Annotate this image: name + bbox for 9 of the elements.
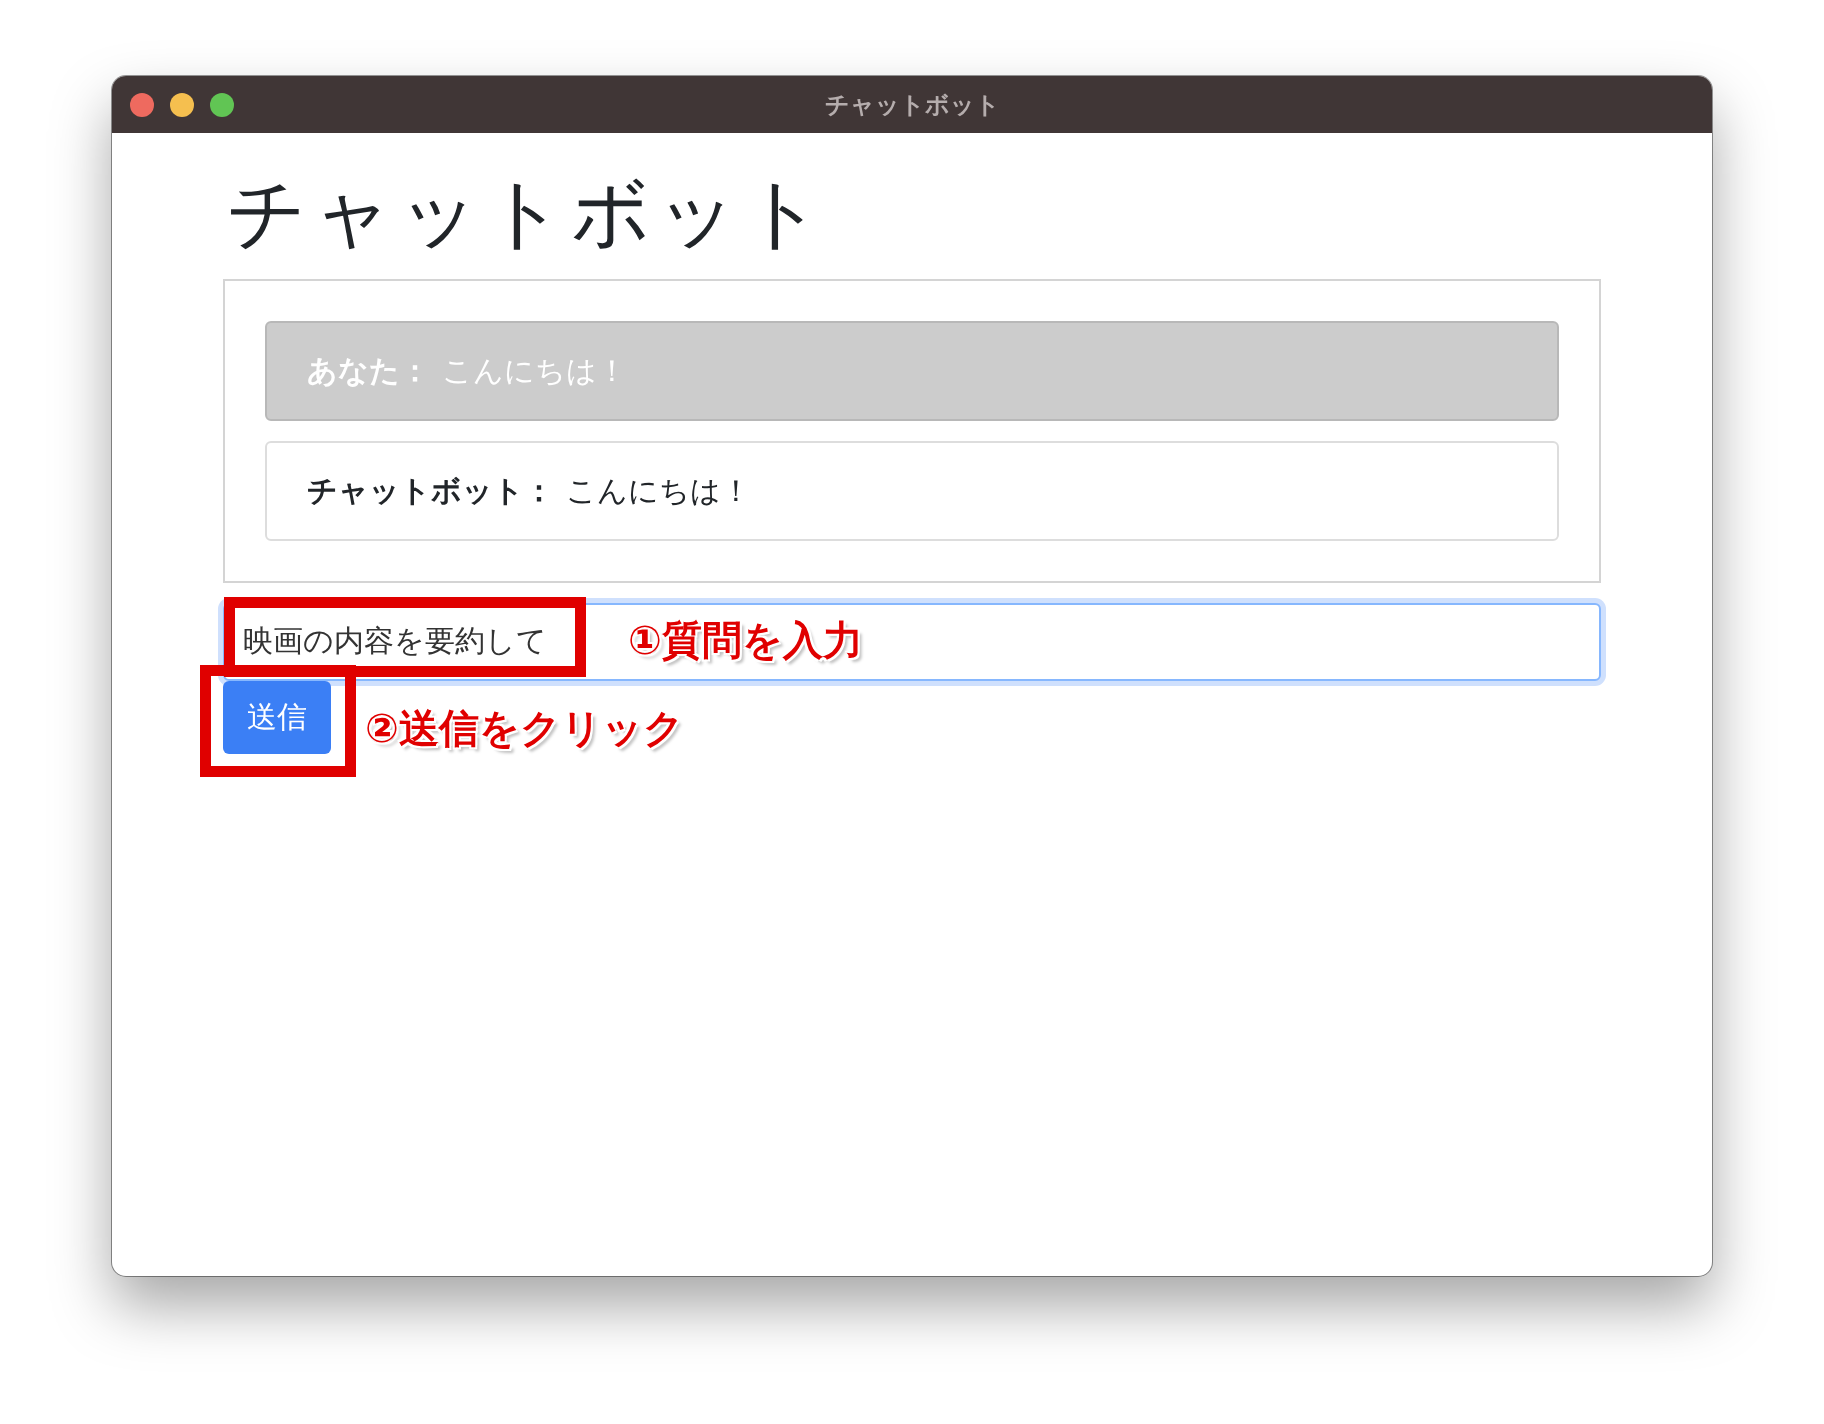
annotation-text: ②送信をクリック [365,703,684,753]
window-title: チャットボット [824,90,1000,119]
chat-message: チャットボット： こんにちは！ [265,440,1559,541]
minimize-icon[interactable] [170,92,194,117]
close-icon[interactable] [130,92,154,117]
send-button[interactable]: 送信 [223,680,331,754]
page-heading: チャットボット [227,167,830,260]
zoom-icon[interactable] [210,92,234,117]
annotation-text: ①質問を入力 [628,615,863,665]
